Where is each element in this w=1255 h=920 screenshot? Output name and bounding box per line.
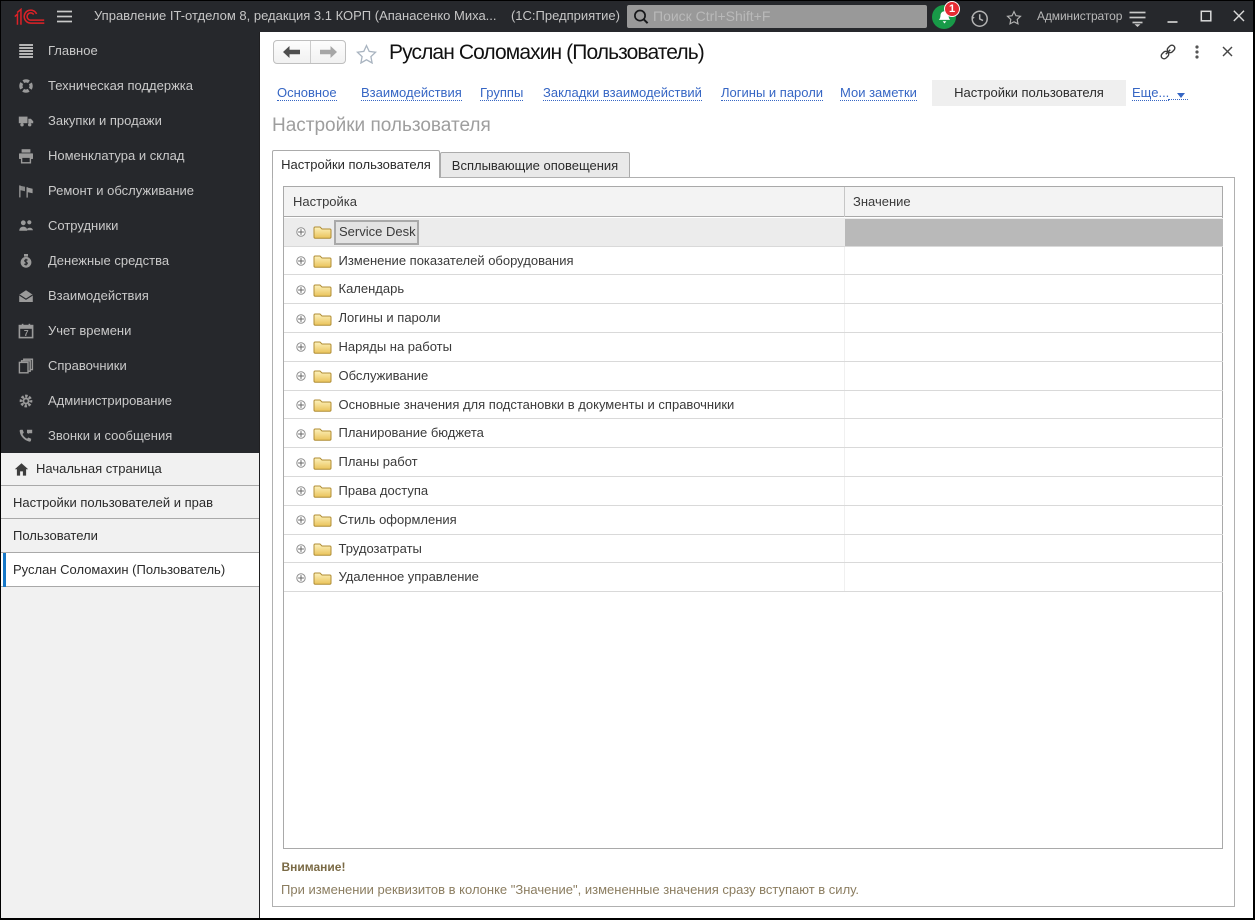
svg-text:7: 7 bbox=[24, 328, 29, 338]
